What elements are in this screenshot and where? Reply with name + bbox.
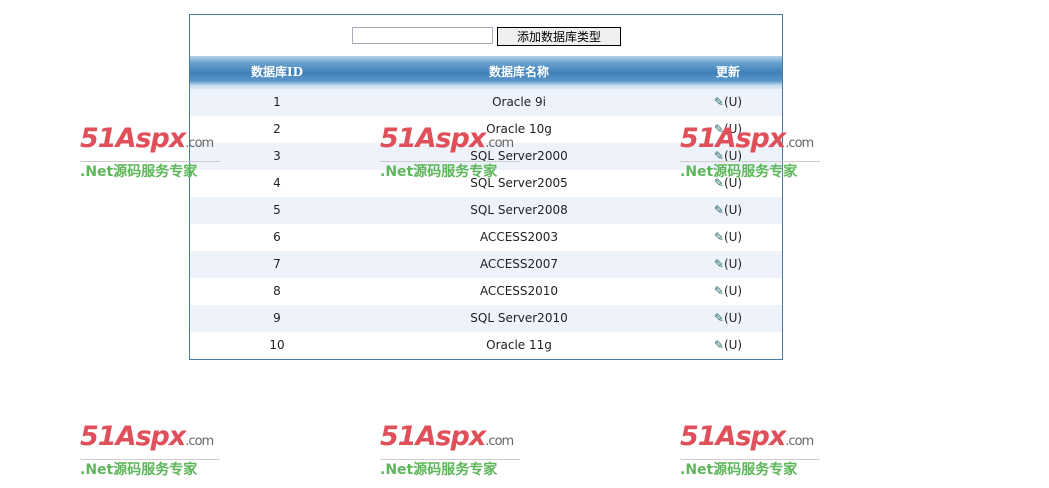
table-row: 1 Oracle 9i ✎(U)	[190, 89, 782, 116]
update-link[interactable]: ✎(U)	[688, 305, 768, 332]
table-row: 6 ACCESS2003 ✎(U)	[190, 224, 782, 251]
row-id: 6	[273, 230, 281, 244]
pencil-icon: ✎	[713, 284, 724, 298]
update-link[interactable]: ✎(U)	[688, 224, 768, 251]
table-row: 10 Oracle 11g ✎(U)	[190, 332, 782, 359]
database-type-panel: 添加数据库类型 数据库ID 数据库名称 更新 1 Oracle 9i ✎(U) 2…	[189, 14, 783, 360]
row-id: 4	[273, 176, 281, 190]
header-name: 数据库名称	[488, 65, 549, 79]
watermark-logo: 51Aspx.com .Net源码服务专家	[80, 124, 220, 180]
table-row: 7 ACCESS2007 ✎(U)	[190, 251, 782, 278]
row-id: 9	[273, 311, 281, 325]
update-link[interactable]: ✎(U)	[688, 197, 768, 224]
table-row: 5 SQL Server2008 ✎(U)	[190, 197, 782, 224]
header-update: 更新	[715, 65, 740, 79]
update-link[interactable]: ✎(U)	[688, 332, 768, 359]
row-name: ACCESS2007	[479, 257, 559, 271]
watermark-logo: 51Aspx.com .Net源码服务专家	[80, 422, 220, 478]
row-id: 3	[273, 149, 281, 163]
pencil-icon: ✎	[713, 257, 724, 271]
row-id: 8	[273, 284, 281, 298]
pencil-icon: ✎	[713, 338, 724, 352]
row-id: 7	[273, 257, 281, 271]
watermark-logo: 51Aspx.com .Net源码服务专家	[380, 422, 520, 478]
row-name: Oracle 11g	[486, 338, 552, 352]
update-label: (U)	[723, 284, 743, 298]
update-label: (U)	[723, 338, 743, 352]
pencil-icon: ✎	[713, 230, 724, 244]
watermark-logo: 51Aspx.com .Net源码服务专家	[380, 124, 520, 180]
database-type-input[interactable]	[352, 27, 493, 44]
row-id: 10	[269, 338, 285, 352]
row-name: SQL Server2010	[470, 311, 568, 325]
update-label: (U)	[723, 257, 743, 271]
update-link[interactable]: ✎(U)	[688, 278, 768, 305]
row-name: ACCESS2010	[479, 284, 559, 298]
update-label: (U)	[723, 95, 743, 109]
update-link[interactable]: ✎(U)	[688, 251, 768, 278]
update-label: (U)	[723, 203, 743, 217]
table-row: 8 ACCESS2010 ✎(U)	[190, 278, 782, 305]
toolbar: 添加数据库类型	[190, 27, 782, 46]
watermark-logo: 51Aspx.com .Net源码服务专家	[680, 124, 820, 180]
row-id: 1	[273, 95, 281, 109]
row-id: 2	[273, 122, 281, 136]
update-link[interactable]: ✎(U)	[688, 89, 768, 116]
pencil-icon: ✎	[713, 95, 724, 109]
row-name: Oracle 9i	[492, 95, 546, 109]
table-row: 9 SQL Server2010 ✎(U)	[190, 305, 782, 332]
row-id: 5	[273, 203, 281, 217]
watermark-logo: 51Aspx.com .Net源码服务专家	[680, 422, 820, 478]
row-name: ACCESS2003	[479, 230, 559, 244]
pencil-icon: ✎	[713, 311, 724, 325]
update-label: (U)	[723, 311, 743, 325]
update-label: (U)	[723, 230, 743, 244]
header-id: 数据库ID	[250, 65, 304, 79]
row-name: SQL Server2008	[470, 203, 568, 217]
add-database-type-button[interactable]: 添加数据库类型	[497, 27, 621, 46]
table-header: 数据库ID 数据库名称 更新	[190, 56, 782, 89]
pencil-icon: ✎	[713, 203, 724, 217]
